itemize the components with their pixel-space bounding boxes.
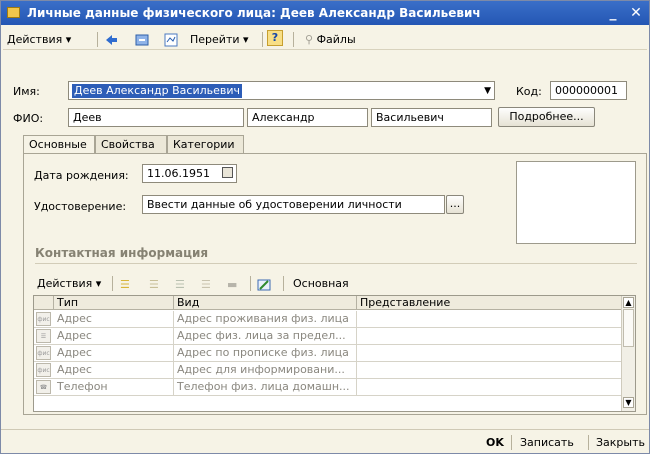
id-document-field[interactable]: Ввести данные об удостоверении личности — [142, 195, 445, 214]
address-icon: фис — [36, 363, 51, 377]
middle-name-field[interactable]: Васильевич — [371, 108, 492, 127]
window-app-icon — [7, 7, 20, 18]
row-type: Адрес — [54, 311, 174, 328]
toolbar-separator — [293, 32, 294, 47]
contacts-table: Тип Вид Представление фис Адрес Адрес пр… — [33, 295, 636, 412]
row-kind: Адрес для информировани... — [174, 362, 357, 379]
footer-bar: OK Записать Закрыть — [1, 429, 649, 453]
row-type: Адрес — [54, 345, 174, 362]
foreign-address-icon: ☰ — [36, 329, 51, 343]
phone-icon: ☎ — [36, 380, 51, 394]
toolbar: Действия ▾ Перейти ▾ ? ⚲ Файлы — [3, 28, 647, 50]
tab-categories[interactable]: Категории — [167, 135, 244, 154]
contact-info-title: Контактная информация — [35, 246, 637, 264]
ok-button[interactable]: OK — [486, 435, 504, 450]
table-header-icon-column — [34, 296, 54, 310]
attachment-icon: ⚲ — [305, 33, 314, 46]
toolbar-separator — [250, 276, 251, 291]
row-kind: Адрес проживания физ. лица — [174, 311, 357, 328]
actions-label: Действия — [7, 33, 63, 46]
minimize-button[interactable]: _ — [604, 4, 622, 22]
close-button[interactable]: Закрыть — [596, 435, 645, 450]
tab-properties[interactable]: Свойства — [95, 135, 167, 154]
footer-separator — [588, 435, 589, 450]
vertical-scrollbar[interactable]: ▲ ▼ — [621, 296, 635, 411]
photo-box[interactable] — [516, 161, 636, 244]
fio-label: ФИО: — [13, 112, 44, 125]
toolbar-separator — [262, 32, 263, 47]
row-representation[interactable] — [357, 362, 622, 379]
goto-label: Перейти — [190, 33, 240, 46]
add-icon[interactable]: ☰ — [120, 276, 130, 293]
table-row[interactable]: фис Адрес Адрес по прописке физ. лица — [34, 345, 622, 362]
copy-icon[interactable]: ☰ — [149, 276, 159, 293]
row-type: Телефон — [54, 379, 174, 396]
birthdate-value: 11.06.1951 — [147, 167, 210, 180]
filter-icon[interactable] — [164, 31, 178, 48]
actions-menu[interactable]: Действия ▾ — [7, 31, 71, 48]
toolbar-separator — [283, 276, 284, 291]
table-row[interactable]: ☎ Телефон Телефон физ. лица домашн... — [34, 379, 622, 396]
table-header-representation[interactable]: Представление — [357, 296, 622, 310]
row-representation[interactable] — [357, 345, 622, 362]
table-row[interactable]: фис Адрес Адрес для информировани... — [34, 362, 622, 379]
save-button[interactable]: Записать — [520, 435, 574, 450]
set-default-icon[interactable]: ▬ — [227, 276, 237, 293]
back-icon[interactable] — [104, 31, 118, 48]
help-button[interactable]: ? — [267, 30, 283, 46]
window-title: Личные данные физического лица: Деев Але… — [27, 6, 481, 20]
edit-main-icon[interactable] — [257, 276, 271, 293]
edit-icon[interactable]: ☰ — [175, 276, 185, 293]
row-kind: Адрес по прописке физ. лица — [174, 345, 357, 362]
address-icon: фис — [36, 312, 51, 326]
row-kind: Адрес физ. лица за предел... — [174, 328, 357, 345]
last-name-field[interactable]: Деев — [68, 108, 244, 127]
row-representation[interactable] — [357, 311, 622, 328]
contacts-actions-label: Действия — [37, 277, 93, 290]
dropdown-arrow-icon[interactable]: ▼ — [484, 86, 491, 96]
files-button[interactable]: ⚲ Файлы — [305, 31, 356, 48]
birthdate-field[interactable]: 11.06.1951 — [142, 164, 237, 183]
row-type: Адрес — [54, 362, 174, 379]
address-icon: фис — [36, 346, 51, 360]
refresh-icon[interactable] — [135, 31, 149, 48]
table-header-kind[interactable]: Вид — [174, 296, 357, 310]
first-name-field[interactable]: Александр — [247, 108, 368, 127]
scroll-up-icon[interactable]: ▲ — [623, 297, 634, 308]
toolbar-separator — [112, 276, 113, 291]
title-bar: Личные данные физического лица: Деев Але… — [1, 1, 649, 25]
close-window-button[interactable]: ✕ — [627, 4, 645, 22]
code-field[interactable]: 000000001 — [550, 81, 627, 100]
birthdate-label: Дата рождения: — [34, 169, 129, 182]
toolbar-separator — [97, 32, 98, 47]
name-label: Имя: — [13, 85, 40, 98]
delete-icon[interactable]: ☰ — [201, 276, 211, 293]
table-row[interactable]: фис Адрес Адрес проживания физ. лица — [34, 311, 622, 328]
contacts-actions-menu[interactable]: Действия ▾ — [37, 275, 101, 292]
name-value: Деев Александр Васильевич — [72, 84, 243, 98]
main-contact-button[interactable]: Основная — [293, 275, 349, 292]
table-row[interactable]: ☰ Адрес Адрес физ. лица за предел... — [34, 328, 622, 345]
tab-main[interactable]: Основные — [23, 135, 95, 155]
goto-menu[interactable]: Перейти ▾ — [190, 31, 249, 48]
code-label: Код: — [516, 85, 542, 98]
id-document-label: Удостоверение: — [34, 200, 127, 213]
footer-separator — [511, 435, 512, 450]
window: Личные данные физического лица: Деев Але… — [0, 0, 650, 454]
details-button[interactable]: Подробнее... — [498, 107, 595, 127]
table-header-type[interactable]: Тип — [54, 296, 174, 310]
files-label: Файлы — [316, 33, 356, 46]
name-combobox[interactable]: Деев Александр Васильевич ▼ — [68, 81, 495, 100]
row-representation[interactable] — [357, 379, 622, 396]
row-type: Адрес — [54, 328, 174, 345]
row-kind: Телефон физ. лица домашн... — [174, 379, 357, 396]
scroll-down-icon[interactable]: ▼ — [623, 397, 634, 408]
scroll-thumb[interactable] — [623, 309, 634, 347]
calendar-icon[interactable] — [222, 167, 233, 178]
choose-id-button[interactable]: ... — [446, 195, 464, 214]
row-representation[interactable] — [357, 328, 622, 345]
